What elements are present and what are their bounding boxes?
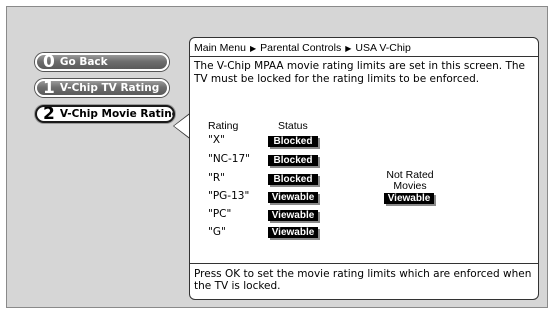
rating-pc-status[interactable]: Viewable [268, 210, 318, 221]
not-rated-status[interactable]: Viewable [384, 193, 434, 204]
footer-divider [190, 263, 538, 264]
not-rated-movies-label: Not Rated Movies [380, 170, 440, 192]
menu-number: 0 [43, 53, 55, 71]
breadcrumb-main-menu[interactable]: Main Menu [194, 42, 246, 54]
v-chip-tv-rating-button[interactable]: 1 V-Chip TV Rating [35, 79, 169, 97]
menu-label: V-Chip Movie Rating [59, 108, 175, 120]
rating-nc17-label: "NC-17" [208, 153, 250, 165]
footer-help-text: Press OK to set the movie rating limits … [194, 268, 532, 292]
breadcrumb-arrow-icon: ▶ [345, 43, 352, 53]
rating-nc17-status[interactable]: Blocked [268, 155, 318, 166]
status-column-header: Status [278, 120, 308, 132]
rating-g-label: "G" [208, 226, 226, 238]
rating-pg13-status[interactable]: Viewable [268, 192, 318, 203]
description-text: The V-Chip MPAA movie rating limits are … [194, 60, 525, 85]
breadcrumb-divider [190, 56, 538, 57]
movie-rating-panel: Main Menu ▶ Parental Controls ▶ USA V-Ch… [189, 37, 539, 300]
rating-r-status[interactable]: Blocked [268, 174, 318, 185]
v-chip-movie-rating-button[interactable]: 2 V-Chip Movie Rating [35, 105, 175, 123]
rating-r-label: "R" [208, 172, 225, 184]
menu-number: 2 [43, 105, 55, 123]
go-back-button[interactable]: 0 Go Back [35, 53, 169, 71]
breadcrumb-arrow-icon: ▶ [249, 43, 257, 53]
breadcrumb-parental-controls[interactable]: Parental Controls [260, 42, 341, 54]
tv-screen: 0 Go Back 1 V-Chip TV Rating 2 V-Chip Mo… [6, 6, 548, 308]
breadcrumb: Main Menu ▶ Parental Controls ▶ USA V-Ch… [194, 42, 411, 54]
rating-x-status[interactable]: Blocked [268, 136, 318, 147]
rating-pc-label: "PC" [208, 208, 232, 220]
menu-label: Go Back [59, 56, 108, 68]
menu-number: 1 [43, 79, 55, 97]
selection-pointer [174, 114, 190, 138]
breadcrumb-usa-v-chip: USA V-Chip [355, 42, 411, 54]
not-rated-line2: Movies [393, 180, 427, 192]
rating-x-label: "X" [208, 134, 225, 146]
rating-g-status[interactable]: Viewable [268, 227, 318, 238]
rating-column-header: Rating [208, 120, 239, 132]
menu-label: V-Chip TV Rating [59, 82, 160, 94]
rating-pg13-label: "PG-13" [208, 190, 250, 202]
